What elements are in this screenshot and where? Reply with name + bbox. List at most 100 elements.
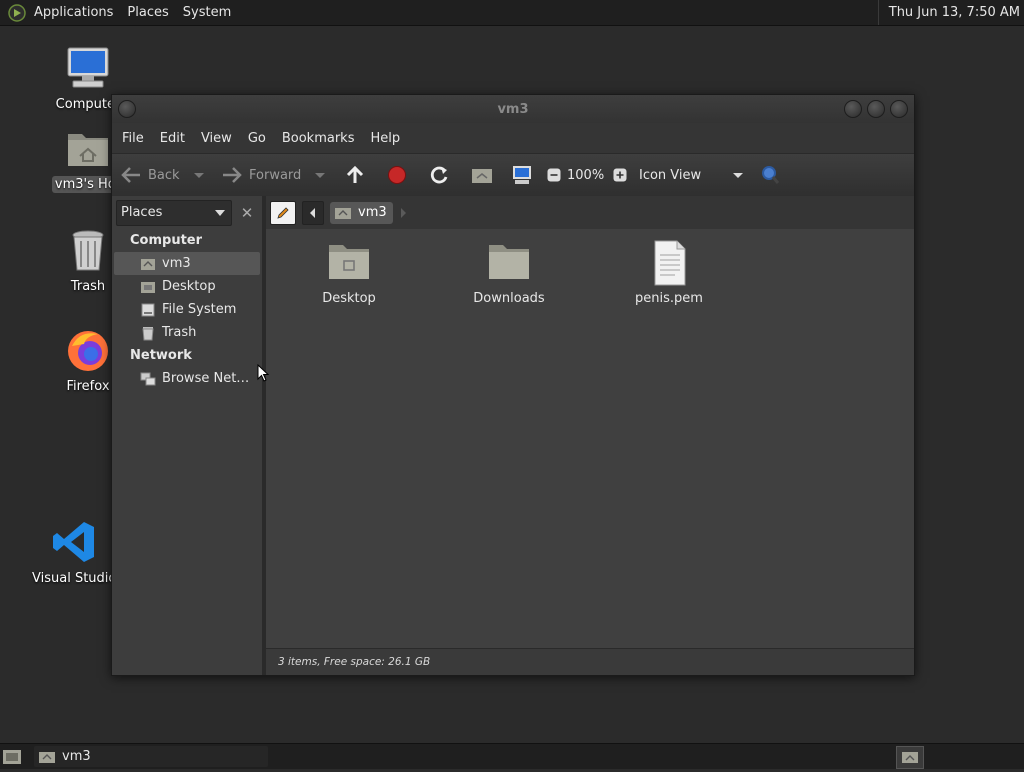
drive-icon <box>141 303 155 316</box>
sidebar-item-vm3[interactable]: vm3 <box>114 252 260 275</box>
folder-icon <box>329 245 369 279</box>
view-mode-label: Icon View <box>639 167 702 183</box>
forward-button[interactable]: Forward <box>221 166 345 184</box>
sidebar-item-label: Trash <box>162 325 197 340</box>
edit-location-button[interactable] <box>270 200 296 225</box>
home-folder-icon <box>39 751 55 763</box>
toolbar: Back Forward 100% Icon View <box>112 153 914 197</box>
maximize-button[interactable] <box>867 100 885 118</box>
system-menu[interactable]: System <box>175 0 237 25</box>
menubar: File Edit View Go Bookmarks Help <box>112 123 914 153</box>
desktop-icon-label: Firefox <box>66 379 110 394</box>
back-label: Back <box>148 167 180 183</box>
home-icon <box>141 258 155 270</box>
menu-help[interactable]: Help <box>362 131 408 146</box>
mouse-cursor-icon <box>257 364 269 382</box>
close-button[interactable] <box>890 100 908 118</box>
taskbar-window-vm3[interactable]: vm3 <box>34 746 268 767</box>
places-label: Places <box>127 5 169 20</box>
show-desktop-icon <box>3 750 21 764</box>
desktop-icon-label: Trash <box>70 279 106 294</box>
up-button[interactable] <box>345 165 387 185</box>
content-area: Places ✕ Computer vm3 Desktop File Syste… <box>112 196 914 675</box>
workspace-icon <box>902 752 918 763</box>
window-menu-button[interactable] <box>118 100 136 118</box>
zoom-out-button[interactable]: 100% <box>547 168 613 183</box>
forward-label: Forward <box>249 167 302 183</box>
view-mode-select[interactable]: Icon View <box>613 168 759 183</box>
firefox-icon <box>68 331 108 371</box>
reload-icon <box>430 166 448 184</box>
breadcrumb-vm3[interactable]: vm3 <box>330 201 393 224</box>
applications-label: Applications <box>34 5 114 20</box>
breadcrumb-label: vm3 <box>358 205 387 220</box>
menu-edit[interactable]: Edit <box>152 131 193 146</box>
sidebar-item-trash[interactable]: Trash <box>112 321 262 344</box>
close-sidebar-button[interactable]: ✕ <box>236 202 258 224</box>
sidebar-header: Places ✕ <box>112 196 262 229</box>
stop-icon <box>388 166 406 184</box>
file-name: penis.pem <box>635 291 703 306</box>
up-arrow-icon <box>346 165 364 183</box>
file-item[interactable]: Downloads <box>454 239 564 306</box>
sidebar-item-desktop[interactable]: Desktop <box>112 275 262 298</box>
distro-logo-icon <box>8 3 26 22</box>
back-history-dropdown[interactable] <box>193 172 204 178</box>
forward-arrow-icon <box>223 167 242 183</box>
zoom-out-icon <box>547 168 561 182</box>
menu-view[interactable]: View <box>193 131 240 146</box>
sidebar-item-label: vm3 <box>162 256 191 271</box>
sidebar-item-label: File System <box>162 302 237 317</box>
back-arrow-icon <box>121 167 140 183</box>
file-view[interactable]: Desktop Downloads penis.pem <box>266 229 914 648</box>
sidebar-item-label: Desktop <box>162 279 216 294</box>
taskbar-window-label: vm3 <box>62 749 91 764</box>
computer-button[interactable] <box>511 165 547 185</box>
sidebar-item-browse-network[interactable]: Browse Net… <box>112 367 262 390</box>
sidebar-heading-computer: Computer <box>130 233 203 248</box>
folder-icon <box>489 245 529 279</box>
window-titlebar[interactable]: vm3 <box>112 95 914 123</box>
stop-button[interactable] <box>387 165 429 185</box>
sidebar-mode-label: Places <box>121 205 163 220</box>
chevron-left-icon <box>310 207 315 218</box>
pencil-icon <box>277 206 289 219</box>
clock[interactable]: Thu Jun 13, 7:50 AM <box>877 0 1020 25</box>
path-left-button[interactable] <box>302 200 324 225</box>
file-name: Desktop <box>322 291 376 306</box>
menu-go[interactable]: Go <box>240 131 274 146</box>
zoom-in-icon[interactable] <box>613 168 627 182</box>
applications-menu[interactable]: Applications <box>0 0 119 25</box>
file-item[interactable]: Desktop <box>294 239 404 306</box>
file-item[interactable]: penis.pem <box>614 239 724 306</box>
reload-button[interactable] <box>429 165 471 185</box>
bottom-panel: vm3 <box>0 743 1024 769</box>
path-right-icon[interactable] <box>399 207 407 218</box>
location-bar: vm3 <box>266 196 914 229</box>
view-mode-dropdown-icon <box>733 172 744 178</box>
home-icon <box>335 207 351 219</box>
sidebar-item-label: Browse Net… <box>162 371 250 386</box>
sidebar-mode-select[interactable]: Places <box>116 199 232 226</box>
file-manager-window: vm3 File Edit View Go Bookmarks Help Bac… <box>111 94 915 676</box>
search-icon <box>762 166 780 184</box>
sidebar-heading-network: Network <box>130 348 192 363</box>
places-menu[interactable]: Places <box>119 0 174 25</box>
window-title: vm3 <box>497 101 529 117</box>
show-desktop-button[interactable] <box>2 747 22 766</box>
desktop-icon-vscode[interactable]: Visual Studio Co <box>29 518 138 587</box>
back-button[interactable]: Back <box>120 166 215 184</box>
file-name: Downloads <box>473 291 545 306</box>
chevron-down-icon <box>215 209 225 216</box>
zoom-level: 100% <box>567 167 605 183</box>
search-button[interactable] <box>759 164 781 186</box>
menu-bookmarks[interactable]: Bookmarks <box>274 131 363 146</box>
workspace-switcher[interactable] <box>896 746 924 769</box>
home-button[interactable] <box>471 166 511 184</box>
minimize-button[interactable] <box>844 100 862 118</box>
computer-icon <box>67 47 109 88</box>
menu-file[interactable]: File <box>114 131 152 146</box>
forward-history-dropdown[interactable] <box>315 172 326 178</box>
top-panel: Applications Places System Thu Jun 13, 7… <box>0 0 1024 26</box>
sidebar-item-file-system[interactable]: File System <box>112 298 262 321</box>
